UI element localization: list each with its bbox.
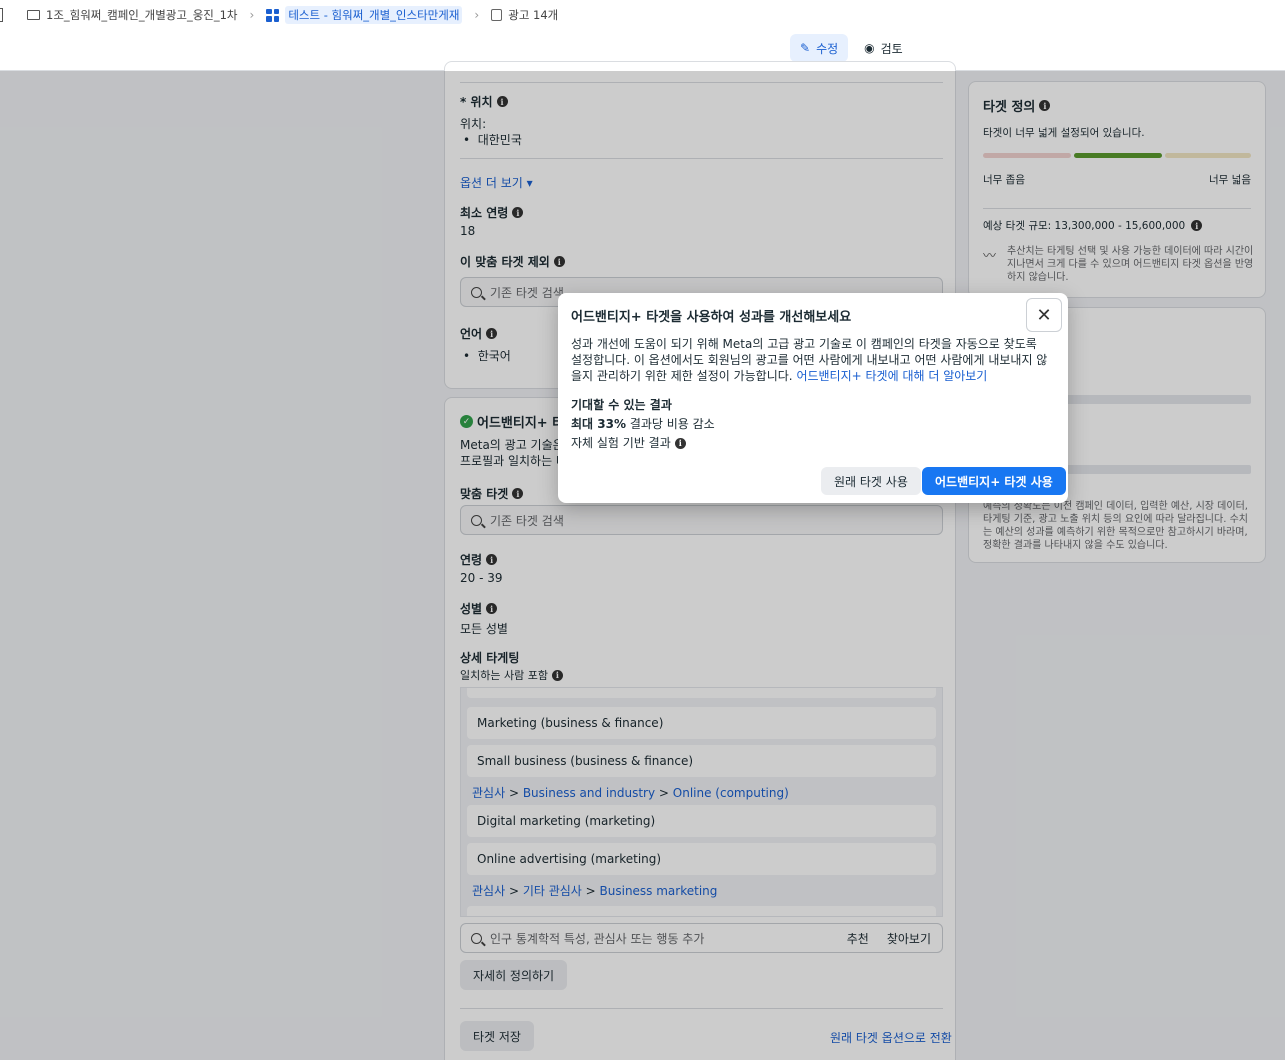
mode-toggle: ✎ 수정 ◉ 검토 — [790, 34, 913, 62]
breadcrumb-ads[interactable]: 광고 14개 — [508, 7, 558, 23]
breadcrumb: 1조_힘워쩌_캠페인_개별광고_웅진_1차 › 테스트 - 힘워쩌_개별_인스타… — [0, 6, 558, 24]
edit-label: 수정 — [816, 41, 839, 56]
modal-body: 성과 개선에 도움이 되기 위해 Meta의 고급 광고 기술로 이 캠페인의 … — [571, 336, 1051, 451]
modal-backdrop[interactable] — [0, 71, 1285, 1060]
close-button[interactable]: ✕ — [1026, 298, 1062, 332]
breadcrumb-adset[interactable]: 테스트 - 힘워쩌_개별_인스타만게재 — [285, 6, 463, 24]
learn-more-link[interactable]: 어드밴티지+ 타겟에 대해 더 알아보기 — [796, 369, 987, 383]
folder-icon — [27, 10, 40, 20]
review-button[interactable]: ◉ 검토 — [854, 34, 913, 62]
eye-icon: ◉ — [864, 41, 875, 55]
panel-edge — [0, 8, 3, 22]
review-label: 검토 — [880, 41, 903, 56]
pencil-icon: ✎ — [800, 41, 811, 55]
ad-icon — [491, 9, 503, 21]
breadcrumb-campaign[interactable]: 1조_힘워쩌_캠페인_개별광고_웅진_1차 — [46, 7, 238, 23]
chevron-right-icon: › — [249, 8, 255, 22]
use-original-button[interactable]: 원래 타겟 사용 — [821, 467, 921, 495]
edit-button[interactable]: ✎ 수정 — [790, 34, 849, 62]
advantage-modal: 어드밴티지+ 타겟을 사용하여 성과를 개선해보세요 ✕ 성과 개선에 도움이 … — [558, 293, 1068, 503]
expect-basis: 자체 실험 기반 결과 i — [571, 435, 1051, 451]
info-icon: i — [674, 437, 686, 449]
grid-icon — [266, 8, 280, 22]
expect-stat: 최대 33% 결과당 비용 감소 — [571, 417, 715, 431]
modal-description: 성과 개선에 도움이 되기 위해 Meta의 고급 광고 기술로 이 캠페인의 … — [571, 337, 1048, 383]
modal-title: 어드밴티지+ 타겟을 사용하여 성과를 개선해보세요 — [571, 310, 852, 325]
chevron-right-icon: › — [474, 8, 480, 22]
expect-title: 기대할 수 있는 결과 — [571, 398, 672, 412]
use-advantage-button[interactable]: 어드밴티지+ 타겟 사용 — [922, 467, 1066, 495]
close-icon: ✕ — [1036, 304, 1052, 326]
